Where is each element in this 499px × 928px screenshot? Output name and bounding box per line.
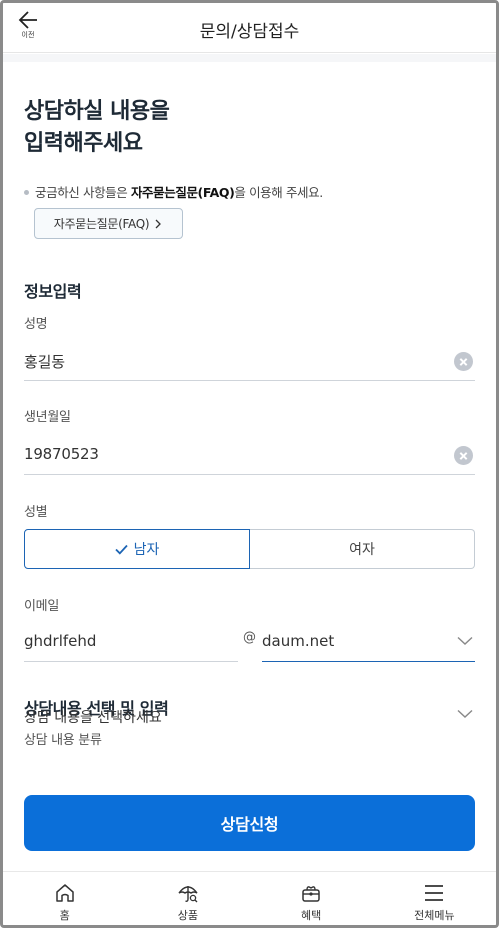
header-divider-band: [3, 54, 496, 62]
email-user-value: ghdrlfehd: [24, 632, 97, 650]
category-placeholder: 상담 내용을 선택하세요: [24, 710, 162, 726]
nav-benefits[interactable]: 혜택: [250, 872, 373, 925]
nav-benefits-label: 혜택: [301, 909, 322, 922]
email-label: 이메일: [24, 599, 59, 614]
gift-icon: [302, 886, 320, 902]
app-frame: 이전 문의/상담접수 상담하실 내용을 입력해주세요 궁금하신 사항들은 자주묻…: [0, 0, 499, 928]
home-icon: [55, 884, 74, 902]
gender-male-button[interactable]: 남자: [24, 529, 250, 569]
clear-birth-icon[interactable]: [454, 446, 473, 465]
nav-products-label: 상품: [177, 909, 198, 922]
submit-button[interactable]: 상담신청: [24, 795, 475, 851]
top-header: 이전 문의/상담접수: [3, 3, 496, 53]
page-heading-line1: 상담하실 내용을: [24, 99, 170, 124]
gender-female-label: 여자: [349, 542, 375, 558]
umbrella-search-icon: [178, 886, 198, 903]
category-select[interactable]: 상담 내용을 선택하세요: [24, 703, 475, 733]
bottom-nav: 홈 상품 혜택 전체메뉴: [3, 871, 496, 925]
gender-male-label: 남자: [133, 542, 160, 558]
faq-note-bold: 자주묻는질문(FAQ): [130, 185, 235, 200]
chevron-down-icon: [457, 709, 473, 718]
name-value: 홍길동: [24, 353, 65, 371]
nav-all-menu-label: 전체메뉴: [414, 909, 455, 922]
nav-all-menu[interactable]: 전체메뉴: [373, 872, 496, 925]
birth-value: 19870523: [24, 445, 99, 463]
nav-home-label: 홈: [59, 909, 70, 922]
page-title: 문의/상담접수: [199, 22, 300, 42]
info-section-title: 정보입력: [24, 282, 82, 301]
nav-products[interactable]: 상품: [126, 872, 249, 925]
gender-female-button[interactable]: 여자: [250, 529, 475, 569]
bullet-dot: [24, 190, 29, 195]
gender-label: 성별: [24, 505, 48, 520]
faq-button[interactable]: 자주묻는질문(FAQ): [34, 208, 183, 239]
menu-icon: [425, 885, 444, 901]
faq-note-prefix: 궁금하신 사항들은: [35, 185, 131, 200]
name-field[interactable]: 홍길동: [24, 343, 475, 381]
chevron-down-icon: [457, 636, 473, 645]
faq-button-label: 자주묻는질문(FAQ): [53, 217, 150, 231]
email-user-field[interactable]: ghdrlfehd: [24, 624, 238, 662]
birth-field[interactable]: 19870523: [24, 437, 475, 475]
name-label: 성명: [24, 317, 48, 332]
page-heading: 상담하실 내용을 입력해주세요: [24, 96, 170, 160]
email-domain-select[interactable]: daum.net: [262, 624, 475, 662]
birth-label: 생년월일: [24, 410, 71, 425]
gender-toggle: 남자 여자: [24, 529, 475, 569]
email-domain-value: daum.net: [262, 632, 335, 650]
clear-name-icon[interactable]: [454, 352, 473, 371]
faq-note-suffix: 을 이용해 주세요.: [234, 185, 323, 200]
page-heading-line2: 입력해주세요: [24, 131, 143, 156]
chevron-right-icon: [155, 219, 162, 228]
check-icon: [114, 544, 128, 555]
nav-home[interactable]: 홈: [3, 872, 126, 925]
faq-note: 궁금하신 사항들은 자주묻는질문(FAQ)을 이용해 주세요.: [24, 182, 323, 201]
email-at-sign: @: [243, 630, 256, 645]
